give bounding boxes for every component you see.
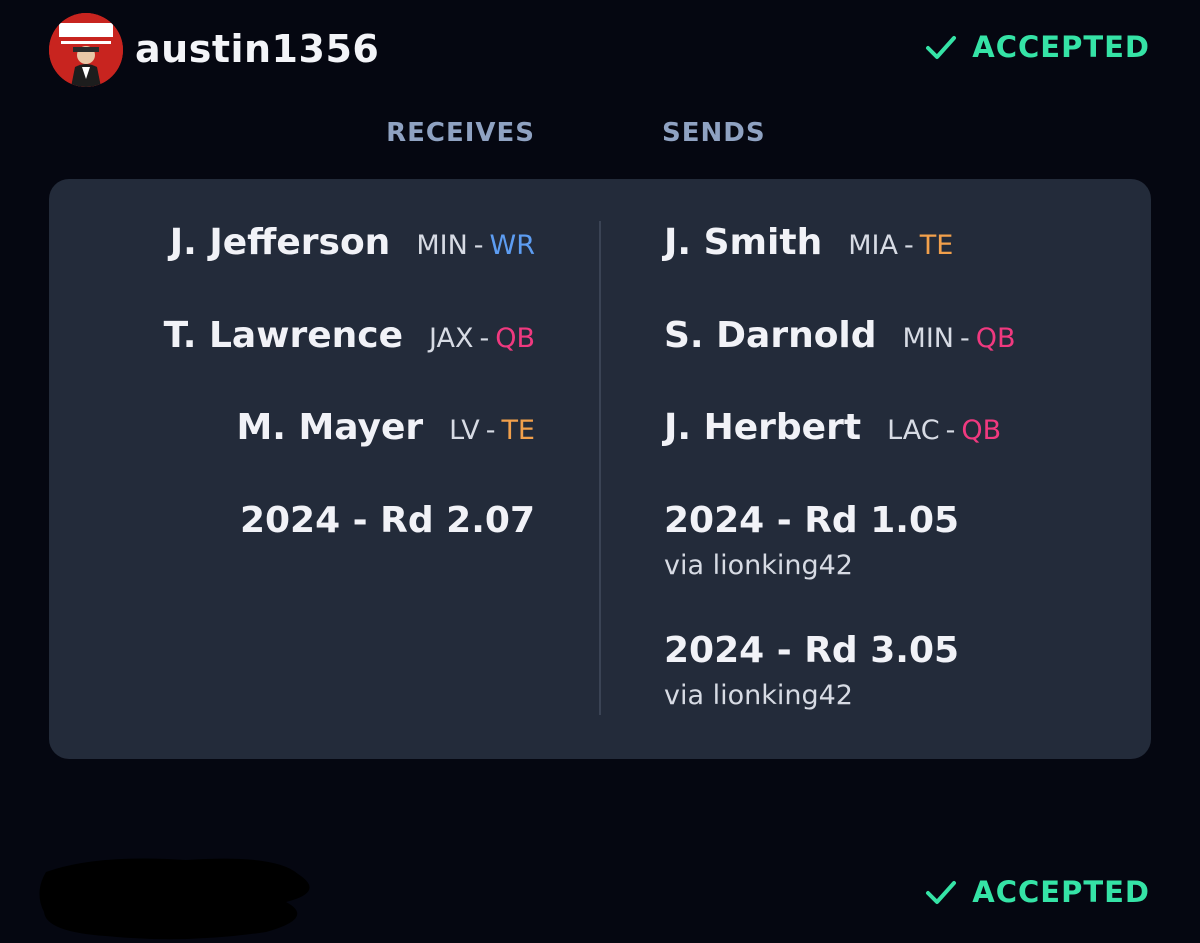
receives-player-row[interactable]: M. Mayer LV - TE xyxy=(236,407,535,448)
player-position: QB xyxy=(961,415,1002,446)
player-name: S. Darnold xyxy=(664,315,877,356)
sends-pick-row: 2024 - Rd 1.05 xyxy=(664,500,959,541)
player-meta: MIN - WR xyxy=(416,230,535,261)
user-avatar[interactable] xyxy=(49,13,123,87)
team-position-separator: - xyxy=(960,323,970,354)
player-name: J. Jefferson xyxy=(169,222,391,263)
receives-player-row[interactable]: T. Lawrence JAX - QB xyxy=(164,315,535,356)
player-team: JAX xyxy=(429,323,474,354)
sends-pick-row: 2024 - Rd 3.05 xyxy=(664,630,959,671)
team-position-separator: - xyxy=(485,415,496,446)
team-position-separator: - xyxy=(479,323,490,354)
player-meta: MIN - QB xyxy=(903,323,1016,354)
pick-via-user[interactable]: via lionking42 xyxy=(664,550,853,581)
column-divider xyxy=(599,221,601,715)
player-position: QB xyxy=(495,323,535,354)
sends-player-row[interactable]: S. Darnold MIN - QB xyxy=(664,315,1016,356)
username[interactable]: austin1356 xyxy=(135,22,379,76)
avatar-image xyxy=(49,13,123,87)
player-team: MIN xyxy=(416,230,468,261)
player-meta: LAC - QB xyxy=(887,415,1001,446)
sends-header: SENDS xyxy=(662,118,766,148)
status-label: ACCEPTED xyxy=(972,875,1150,909)
sends-player-row[interactable]: J. Smith MIA - TE xyxy=(664,222,953,263)
draft-pick: 2024 - Rd 3.05 xyxy=(664,630,960,671)
checkmark-icon xyxy=(926,881,957,904)
draft-pick: 2024 - Rd 1.05 xyxy=(664,500,960,541)
receives-player-row[interactable]: J. Jefferson MIN - WR xyxy=(170,222,535,263)
player-team: LV xyxy=(449,415,480,446)
player-position: QB xyxy=(975,323,1016,354)
player-position: TE xyxy=(919,230,954,261)
player-position: WR xyxy=(489,230,535,261)
trade-status: ACCEPTED xyxy=(924,30,1150,64)
sends-player-row[interactable]: J. Herbert LAC - QB xyxy=(664,407,1001,448)
player-name: T. Lawrence xyxy=(163,315,403,356)
status-label: ACCEPTED xyxy=(972,30,1150,64)
receives-pick-row: 2024 - Rd 2.07 xyxy=(240,500,535,541)
player-name: M. Mayer xyxy=(236,407,424,448)
player-name: J. Smith xyxy=(664,222,823,263)
player-team: LAC xyxy=(887,415,940,446)
player-position: TE xyxy=(501,415,535,446)
checkmark-icon xyxy=(926,36,957,59)
player-team: MIN xyxy=(902,323,955,354)
player-team: MIA xyxy=(848,230,898,261)
receives-header: RECEIVES xyxy=(386,118,535,148)
draft-pick: 2024 - Rd 2.07 xyxy=(239,500,535,541)
team-position-separator: - xyxy=(945,415,956,446)
player-meta: JAX - QB xyxy=(429,323,535,354)
team-position-separator: - xyxy=(903,230,914,261)
team-position-separator: - xyxy=(473,230,484,261)
trade-status: ACCEPTED xyxy=(924,875,1150,909)
player-meta: MIA - TE xyxy=(848,230,953,261)
pick-via-user[interactable]: via lionking42 xyxy=(664,680,853,711)
redacted-username xyxy=(39,858,310,940)
player-meta: LV - TE xyxy=(449,415,535,446)
player-name: J. Herbert xyxy=(664,407,862,448)
trade-view: austin1356 ACCEPTED RECEIVES SENDS J. Je… xyxy=(0,0,1200,943)
